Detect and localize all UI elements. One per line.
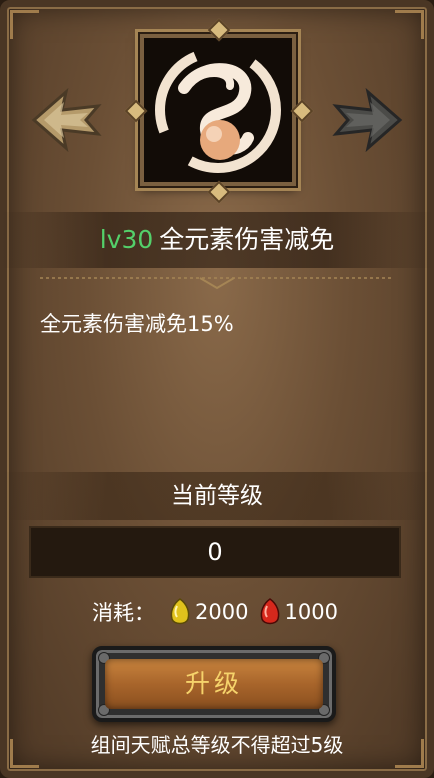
corner-ornament	[10, 10, 39, 39]
upgrade-button[interactable]: 升级	[92, 646, 336, 722]
current-level-label: 当前等级	[0, 472, 434, 520]
skill-name: 全元素伤害减免	[159, 225, 335, 254]
arrow-left-icon	[31, 87, 102, 153]
upgrade-cost: 消耗： 2000 1000	[0, 592, 434, 632]
upgrade-button-label: 升级	[105, 659, 323, 709]
arrow-right-icon	[332, 87, 403, 153]
ornament-divider	[40, 277, 394, 290]
cost-label: 消耗：	[92, 601, 156, 625]
swirl-skill-icon	[144, 38, 292, 182]
skill-effect-description: 全元素伤害减免15%	[40, 312, 234, 336]
skill-title: lv30 全元素伤害减免	[0, 212, 434, 268]
red-cost-amount: 1000	[284, 600, 338, 624]
next-talent-button[interactable]	[332, 87, 404, 153]
skill-level: lv30	[99, 225, 154, 254]
prev-talent-button[interactable]	[30, 87, 102, 153]
level-cap-note: 组间天赋总等级不得超过5级	[90, 733, 344, 757]
skill-icon-frame	[140, 34, 296, 186]
gold-cost-amount: 2000	[195, 600, 249, 624]
current-level-value: 0	[29, 526, 401, 578]
gold-gem-icon	[170, 598, 190, 625]
red-gem-icon	[260, 598, 279, 625]
corner-ornament	[395, 10, 424, 39]
